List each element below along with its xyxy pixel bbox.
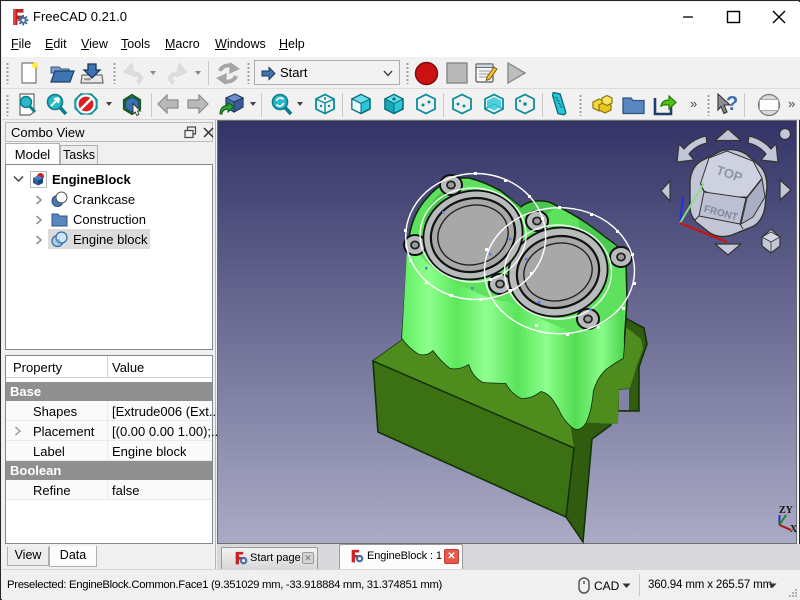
svg-text:ZY: ZY [779,505,794,516]
svg-text:X: X [790,524,797,535]
